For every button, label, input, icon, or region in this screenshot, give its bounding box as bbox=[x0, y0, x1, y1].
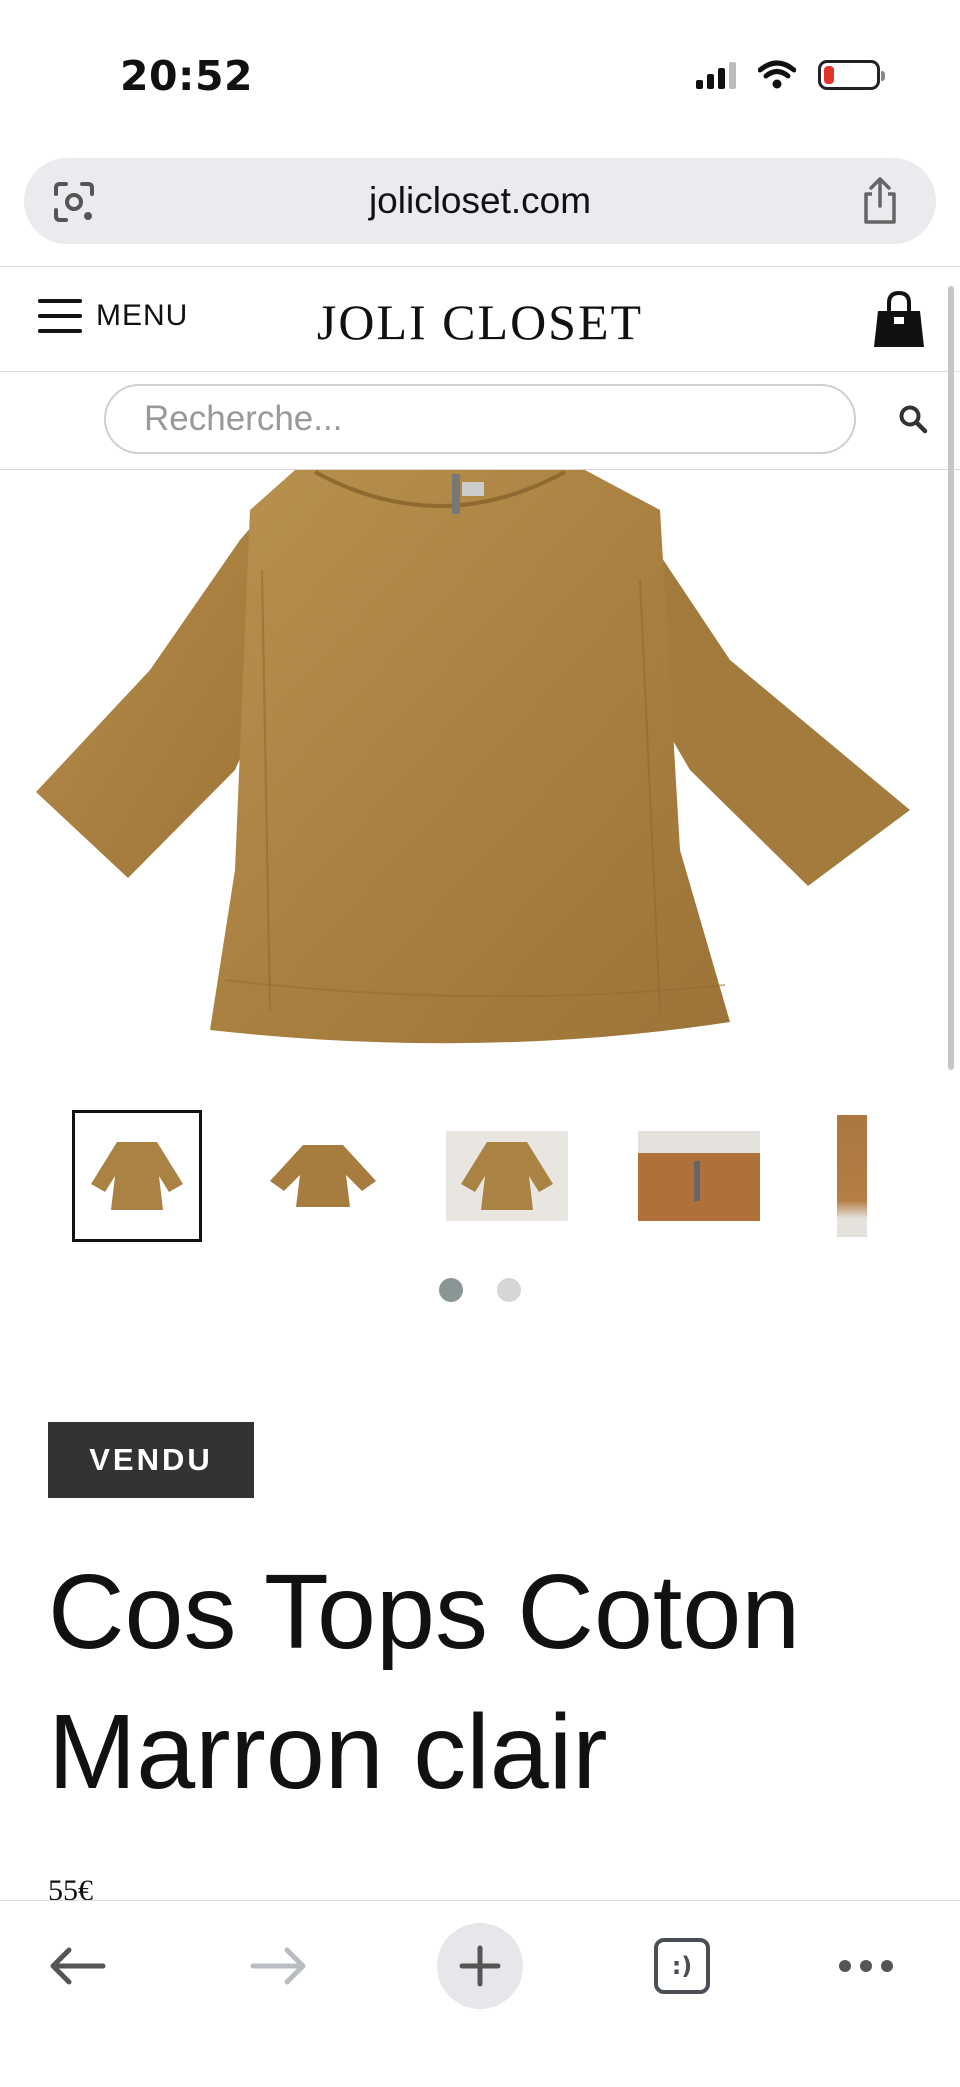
tabs-button[interactable]: :) bbox=[650, 1923, 714, 2009]
url-text[interactable]: jolicloset.com bbox=[24, 180, 936, 222]
back-arrow-icon bbox=[50, 1947, 106, 1985]
sold-badge: VENDU bbox=[48, 1422, 254, 1498]
thumbnail-front[interactable] bbox=[72, 1110, 202, 1242]
new-tab-button[interactable] bbox=[437, 1923, 523, 2009]
thumbnail-strip bbox=[72, 1110, 872, 1242]
address-bar[interactable]: jolicloset.com bbox=[24, 158, 936, 244]
browser-toolbar: :) bbox=[0, 1900, 960, 2087]
site-logo[interactable]: JOLI CLOSET bbox=[0, 293, 960, 351]
product-title-line2: Marron clair bbox=[48, 1693, 608, 1811]
back-button[interactable] bbox=[42, 1923, 112, 2009]
status-time: 20:52 bbox=[120, 52, 254, 100]
handbag-icon[interactable] bbox=[872, 289, 926, 351]
thumbnail-back[interactable] bbox=[258, 1110, 388, 1242]
thumbnail-zip-detail[interactable] bbox=[634, 1110, 764, 1242]
status-bar: 20:52 bbox=[0, 0, 960, 150]
product-title: Cos Tops Coton Marron clair bbox=[48, 1542, 918, 1822]
signal-icon bbox=[696, 61, 736, 89]
thumbnail-front-2[interactable] bbox=[442, 1110, 572, 1242]
status-icons bbox=[696, 60, 885, 90]
product-main-image[interactable] bbox=[0, 470, 948, 1070]
forward-button[interactable] bbox=[244, 1923, 314, 2009]
forward-arrow-icon bbox=[250, 1947, 306, 1985]
battery-low-icon bbox=[818, 60, 885, 90]
page-scrollbar[interactable] bbox=[948, 286, 954, 1070]
search-row bbox=[0, 372, 960, 470]
more-dots-icon bbox=[839, 1960, 893, 1972]
share-icon[interactable] bbox=[858, 176, 902, 226]
pagination-dot-1[interactable] bbox=[439, 1278, 463, 1302]
thumbnail-side[interactable] bbox=[832, 1110, 872, 1242]
wifi-icon bbox=[758, 60, 796, 89]
gallery-pagination bbox=[0, 1278, 960, 1302]
new-tab-plus-icon bbox=[459, 1945, 501, 1987]
tabs-icon: :) bbox=[654, 1938, 710, 1994]
more-button[interactable] bbox=[836, 1923, 896, 2009]
search-input[interactable] bbox=[104, 384, 856, 454]
site-header: MENU JOLI CLOSET bbox=[0, 266, 960, 372]
search-icon[interactable] bbox=[898, 404, 928, 434]
pagination-dot-2[interactable] bbox=[497, 1278, 521, 1302]
product-title-line1: Cos Tops Coton bbox=[48, 1553, 801, 1671]
battery-level bbox=[824, 66, 834, 84]
